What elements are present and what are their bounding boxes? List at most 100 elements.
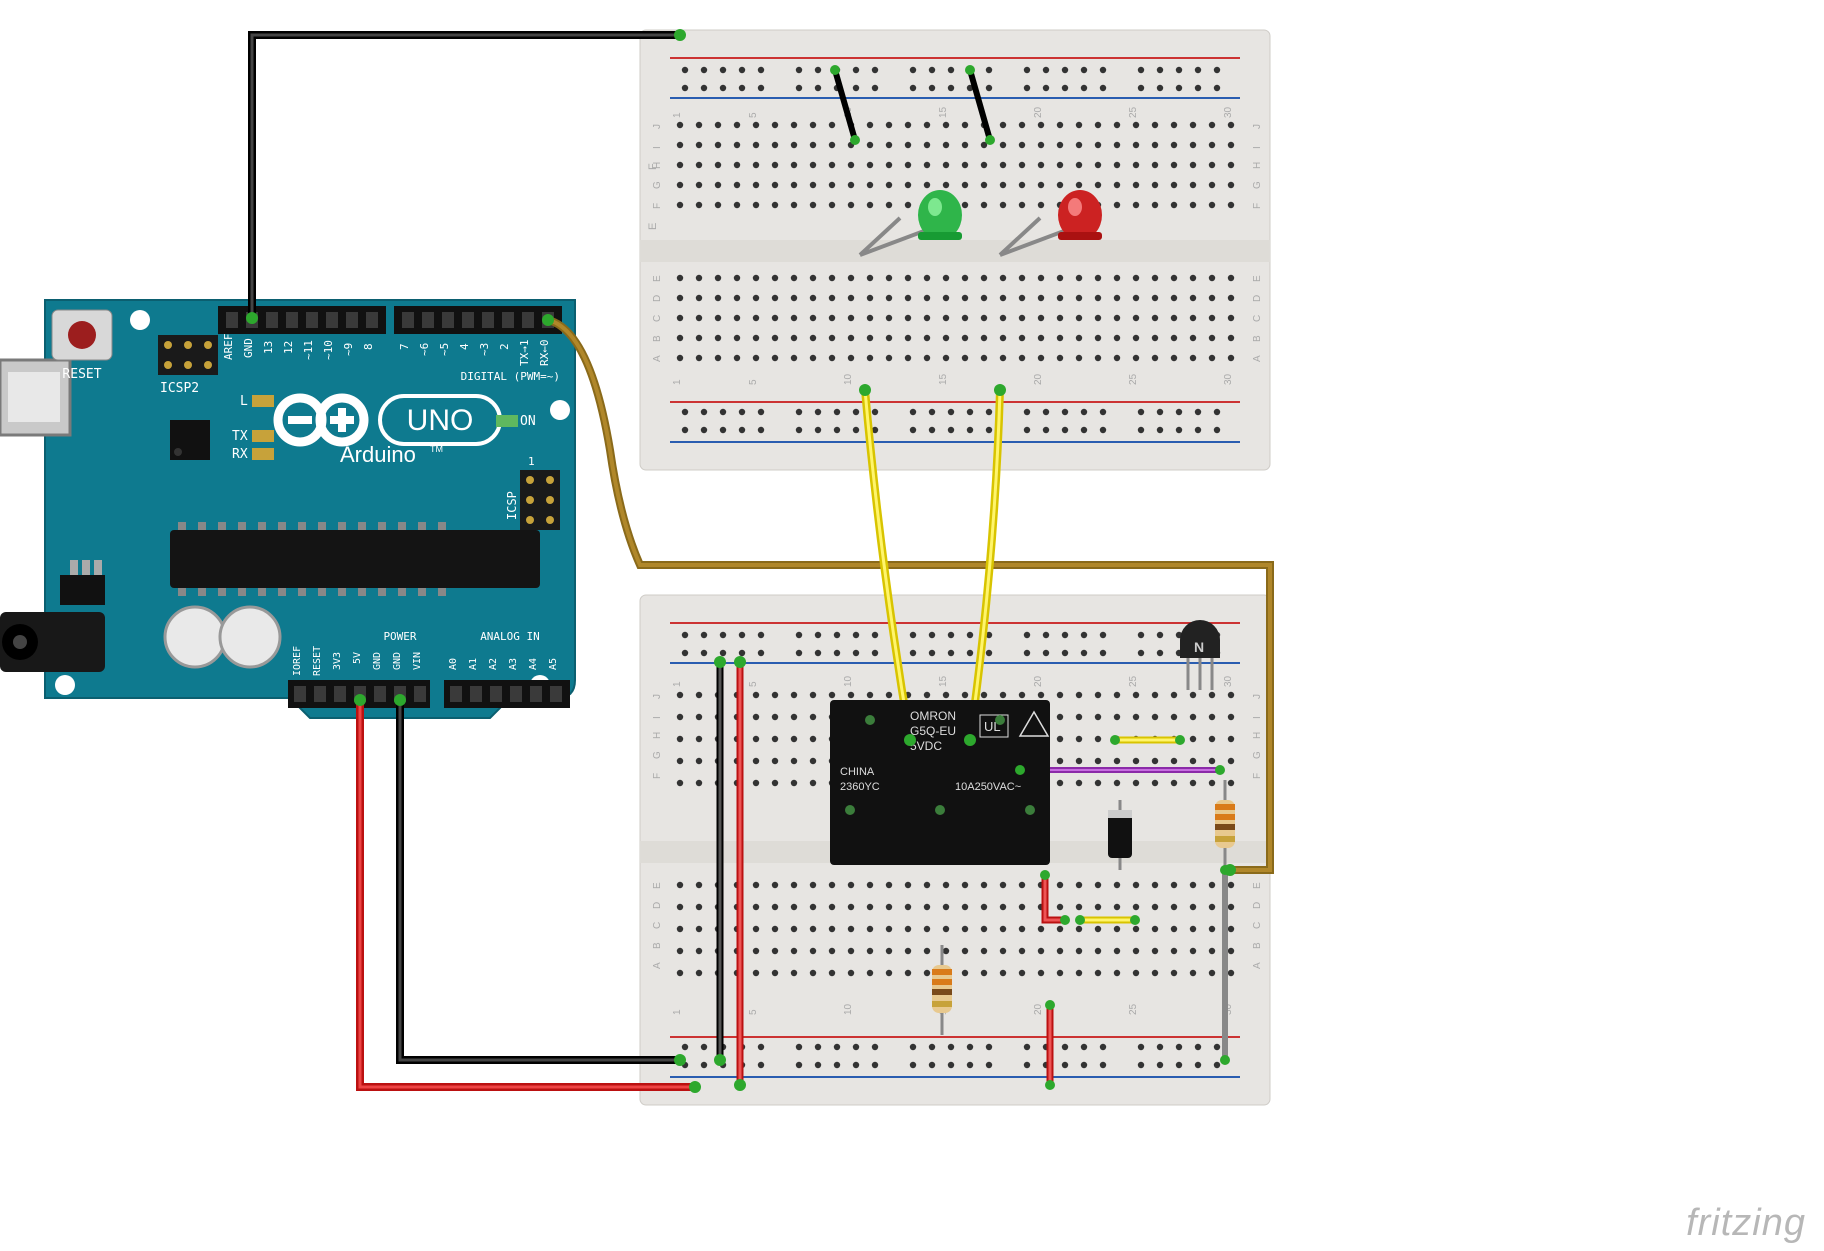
wire-gnd-bottom bbox=[400, 700, 680, 1060]
svg-text:15: 15 bbox=[938, 373, 949, 385]
svg-text:D: D bbox=[652, 902, 663, 909]
svg-text:D: D bbox=[652, 295, 663, 302]
svg-text:G5Q-EU: G5Q-EU bbox=[910, 724, 956, 738]
svg-text:1: 1 bbox=[672, 1009, 683, 1015]
watermark: fritzing bbox=[1686, 1202, 1806, 1245]
svg-text:1: 1 bbox=[528, 455, 535, 468]
svg-text:C: C bbox=[652, 315, 663, 322]
svg-text:I: I bbox=[1252, 716, 1263, 719]
svg-text:G: G bbox=[652, 181, 663, 189]
svg-text:8: 8 bbox=[362, 343, 375, 350]
svg-text:5V: 5V bbox=[352, 652, 363, 664]
svg-text:A3: A3 bbox=[508, 658, 519, 670]
svg-text:30: 30 bbox=[1223, 675, 1234, 687]
svg-text:GND: GND bbox=[242, 338, 255, 358]
svg-text:20: 20 bbox=[1033, 675, 1044, 687]
svg-text:C: C bbox=[652, 922, 663, 929]
svg-text:ICSP2: ICSP2 bbox=[160, 381, 199, 396]
svg-text:ICSP: ICSP bbox=[505, 491, 519, 520]
svg-text:E: E bbox=[1252, 882, 1263, 889]
svg-text:B: B bbox=[652, 942, 663, 949]
svg-text:E: E bbox=[1252, 275, 1263, 282]
svg-text:A4: A4 bbox=[528, 658, 539, 670]
svg-text:E: E bbox=[652, 882, 663, 889]
svg-text:25: 25 bbox=[1128, 1003, 1139, 1015]
svg-text:A: A bbox=[652, 962, 663, 969]
svg-text:A2: A2 bbox=[488, 658, 499, 670]
svg-text:RX: RX bbox=[232, 447, 248, 462]
svg-text:F: F bbox=[652, 203, 663, 209]
svg-text:E: E bbox=[647, 223, 659, 230]
svg-text:H: H bbox=[1252, 732, 1263, 739]
svg-text:VIN: VIN bbox=[412, 652, 423, 670]
svg-text:H: H bbox=[1252, 162, 1263, 169]
circuit-diagram: RESET ICSP2 AREF GND 13 12 ~11 ~10 ~9 8 … bbox=[0, 0, 1824, 1251]
svg-text:20: 20 bbox=[1033, 106, 1044, 118]
svg-text:J: J bbox=[1252, 124, 1263, 129]
svg-text:DIGITAL (PWM=~): DIGITAL (PWM=~) bbox=[461, 370, 560, 383]
svg-text:A: A bbox=[1252, 962, 1263, 969]
svg-text:D: D bbox=[1252, 902, 1263, 909]
svg-text:20: 20 bbox=[1033, 373, 1044, 385]
svg-text:~11: ~11 bbox=[302, 340, 315, 360]
svg-text:5: 5 bbox=[748, 379, 759, 385]
svg-text:2360YC: 2360YC bbox=[840, 781, 880, 793]
svg-text:I: I bbox=[652, 146, 663, 149]
svg-text:ON: ON bbox=[520, 414, 536, 429]
svg-text:30: 30 bbox=[1223, 373, 1234, 385]
svg-text:~6: ~6 bbox=[418, 343, 431, 356]
svg-text:10: 10 bbox=[843, 675, 854, 687]
svg-text:TX→1: TX→1 bbox=[518, 340, 531, 367]
breadboard-top: E F bbox=[640, 30, 1270, 470]
svg-text:TM: TM bbox=[430, 444, 443, 454]
svg-text:N: N bbox=[1194, 639, 1204, 655]
svg-text:15: 15 bbox=[938, 106, 949, 118]
svg-text:IOREF: IOREF bbox=[292, 646, 303, 676]
svg-text:GND: GND bbox=[372, 652, 383, 670]
svg-text:13: 13 bbox=[262, 341, 275, 354]
svg-text:A0: A0 bbox=[448, 658, 459, 670]
svg-text:30: 30 bbox=[1223, 106, 1234, 118]
svg-text:A1: A1 bbox=[468, 658, 479, 670]
svg-text:A: A bbox=[652, 355, 663, 362]
svg-text:F: F bbox=[1252, 773, 1263, 779]
svg-text:J: J bbox=[1252, 694, 1263, 699]
svg-text:25: 25 bbox=[1128, 675, 1139, 687]
svg-text:GND: GND bbox=[392, 652, 403, 670]
svg-text:G: G bbox=[1252, 181, 1263, 189]
svg-text:20: 20 bbox=[1033, 1003, 1044, 1015]
svg-text:A5: A5 bbox=[548, 658, 559, 670]
svg-text:10A250VAC~: 10A250VAC~ bbox=[955, 781, 1021, 793]
svg-text:~10: ~10 bbox=[322, 340, 335, 360]
svg-text:B: B bbox=[1252, 942, 1263, 949]
svg-text:3V3: 3V3 bbox=[332, 652, 343, 670]
svg-text:5: 5 bbox=[748, 1009, 759, 1015]
svg-text:A: A bbox=[1252, 355, 1263, 362]
relay: OMRON G5Q-EU 5VDC UL CHINA 2360YC 10A250… bbox=[830, 700, 1050, 865]
svg-text:~9: ~9 bbox=[342, 343, 355, 356]
svg-text:~5: ~5 bbox=[438, 343, 451, 356]
svg-text:J: J bbox=[652, 694, 663, 699]
svg-text:OMRON: OMRON bbox=[910, 709, 956, 723]
svg-text:~3: ~3 bbox=[478, 343, 491, 356]
svg-text:5: 5 bbox=[748, 681, 759, 687]
svg-text:E: E bbox=[652, 275, 663, 282]
svg-text:F: F bbox=[652, 773, 663, 779]
svg-text:15: 15 bbox=[938, 675, 949, 687]
svg-text:I: I bbox=[1252, 146, 1263, 149]
svg-text:RX←0: RX←0 bbox=[538, 340, 551, 367]
svg-text:RESET: RESET bbox=[62, 367, 101, 382]
svg-text:25: 25 bbox=[1128, 106, 1139, 118]
svg-text:TX: TX bbox=[232, 429, 248, 444]
svg-text:L: L bbox=[240, 394, 248, 409]
svg-text:1: 1 bbox=[672, 112, 683, 118]
svg-text:2: 2 bbox=[498, 343, 511, 350]
svg-text:10: 10 bbox=[843, 1003, 854, 1015]
svg-text:B: B bbox=[1252, 335, 1263, 342]
svg-text:D: D bbox=[1252, 295, 1263, 302]
svg-text:10: 10 bbox=[843, 373, 854, 385]
arduino-uno: RESET ICSP2 AREF GND 13 12 ~11 ~10 ~9 8 … bbox=[0, 300, 575, 718]
svg-text:UNO: UNO bbox=[407, 404, 474, 437]
svg-text:ANALOG IN: ANALOG IN bbox=[480, 630, 540, 643]
svg-text:POWER: POWER bbox=[383, 630, 416, 643]
